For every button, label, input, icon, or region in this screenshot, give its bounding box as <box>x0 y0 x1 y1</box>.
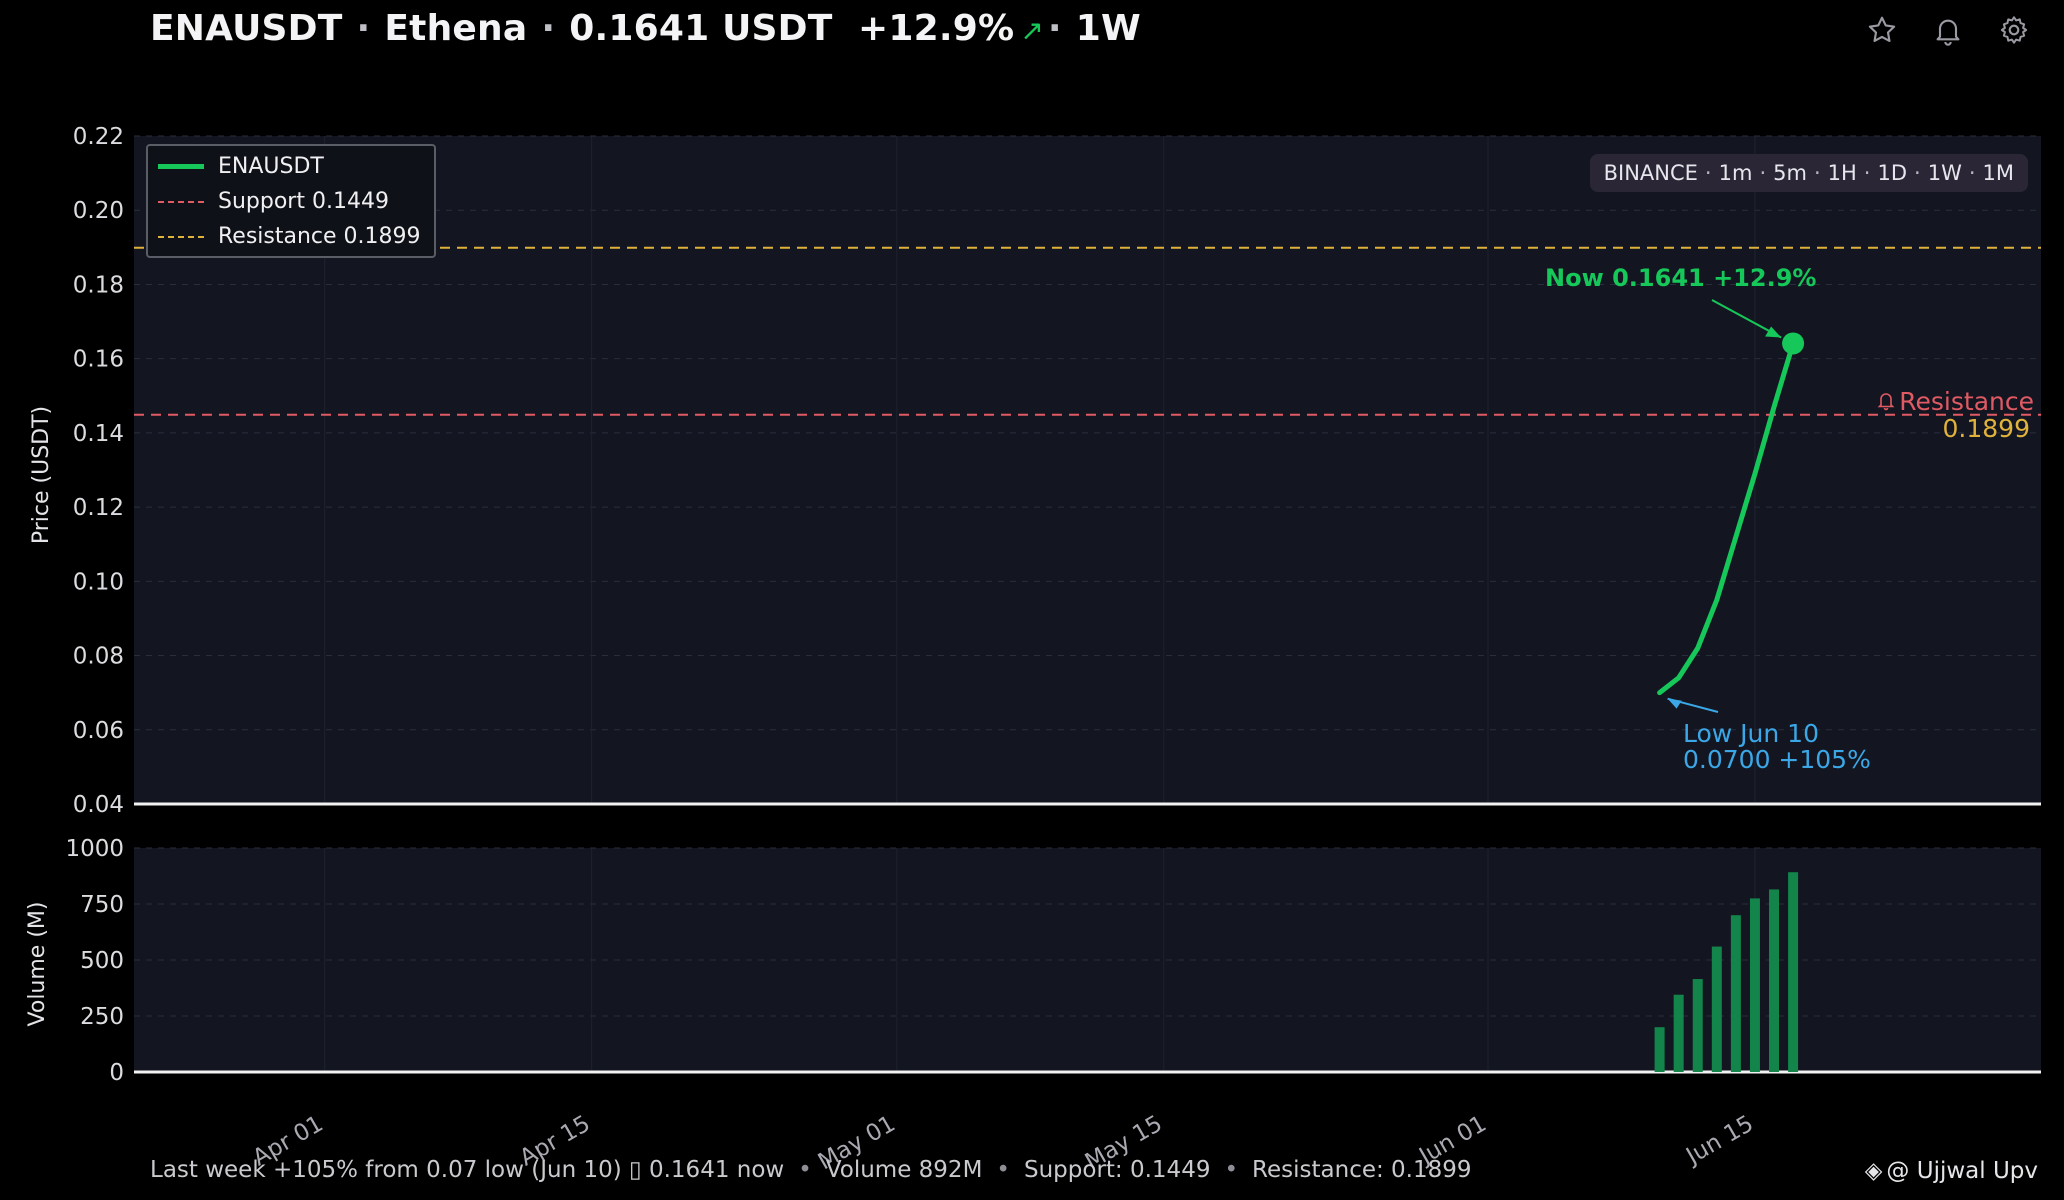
interval-1m[interactable]: 1m <box>1719 161 1753 185</box>
right-level-value: 0.1899 <box>1943 414 2030 443</box>
legend-label-price: ENAUSDT <box>218 154 324 179</box>
price-tick-label: 0.16 <box>73 347 124 373</box>
price-tick-label: 0.22 <box>73 124 124 150</box>
exchange-name: BINANCE <box>1603 161 1698 185</box>
now-annotation: Now 0.1641 +12.9% <box>1545 264 1816 292</box>
low-annotation-value: 0.0700 +105% <box>1683 745 1871 774</box>
price-tick-label: 0.06 <box>73 718 124 744</box>
exchange-interval-bar: BINANCE · 1m · 5m · 1H · 1D · 1W · 1M <box>1589 154 2028 192</box>
interval-1d[interactable]: 1D <box>1877 161 1907 185</box>
x-tick-label: Jun 15 <box>1680 1111 1758 1171</box>
volume-bar <box>1692 979 1703 1072</box>
binance-logo-icon: ◈ <box>1864 1158 1883 1184</box>
legend-swatch-support <box>158 200 204 203</box>
watermark: ◈ @ Ujjwal Upv <box>1865 1158 2038 1184</box>
volume-bar <box>1654 1027 1665 1072</box>
price-tick-label: 0.12 <box>73 495 124 521</box>
volume-axis-label: Volume (M) <box>25 902 50 1027</box>
watermark-text: @ Ujjwal Upv <box>1886 1158 2038 1184</box>
legend: ENAUSDT Support 0.1449 Resistance 0.1899 <box>146 144 436 258</box>
legend-label-resistance: Resistance 0.1899 <box>218 224 421 249</box>
footer-support: Support: 0.1449 <box>1024 1157 1211 1183</box>
legend-item-support: Support 0.1449 <box>158 189 389 214</box>
legend-item-price: ENAUSDT <box>158 154 324 179</box>
current-price-marker <box>1782 332 1805 355</box>
volume-tick-label: 750 <box>80 892 124 918</box>
volume-bar <box>1711 946 1722 1072</box>
interval-5m[interactable]: 5m <box>1773 161 1807 185</box>
volume-tick-label: 250 <box>80 1004 124 1030</box>
footer-resistance: Resistance: 0.1899 <box>1252 1157 1472 1183</box>
volume-bar <box>1769 889 1780 1072</box>
price-tick-label: 0.04 <box>73 792 124 818</box>
footer-summary: Last week +105% from 0.07 low (Jun 10) ▯… <box>150 1157 1472 1183</box>
legend-label-support: Support 0.1449 <box>218 189 389 214</box>
footer-summary-text: Last week +105% from 0.07 low (Jun 10) ▯… <box>150 1157 785 1183</box>
price-tick-label: 0.10 <box>73 569 124 595</box>
price-tick-label: 0.14 <box>73 421 124 447</box>
footer-volume: Volume 892M <box>825 1157 983 1183</box>
volume-bar <box>1730 915 1741 1072</box>
price-tick-label: 0.08 <box>73 644 124 670</box>
legend-item-resistance: Resistance 0.1899 <box>158 224 421 249</box>
price-tick-label: 0.20 <box>73 198 124 224</box>
right-level-label: Resistance <box>1899 387 2034 416</box>
legend-swatch-price <box>158 164 204 169</box>
volume-tick-label: 0 <box>109 1060 124 1086</box>
volume-bar <box>1749 898 1760 1072</box>
interval-1w[interactable]: 1W <box>1928 161 1962 185</box>
volume-bar <box>1673 994 1684 1072</box>
low-annotation-date: Low Jun 10 <box>1683 719 1819 748</box>
legend-swatch-resistance <box>158 235 204 238</box>
interval-1h[interactable]: 1H <box>1828 161 1857 185</box>
volume-bar <box>1788 872 1799 1072</box>
price-axis-label: Price (USDT) <box>29 406 54 544</box>
price-tick-label: 0.18 <box>73 272 124 298</box>
interval-1mo[interactable]: 1M <box>1983 161 2014 185</box>
volume-tick-label: 500 <box>80 948 124 974</box>
volume-tick-label: 1000 <box>65 836 124 862</box>
